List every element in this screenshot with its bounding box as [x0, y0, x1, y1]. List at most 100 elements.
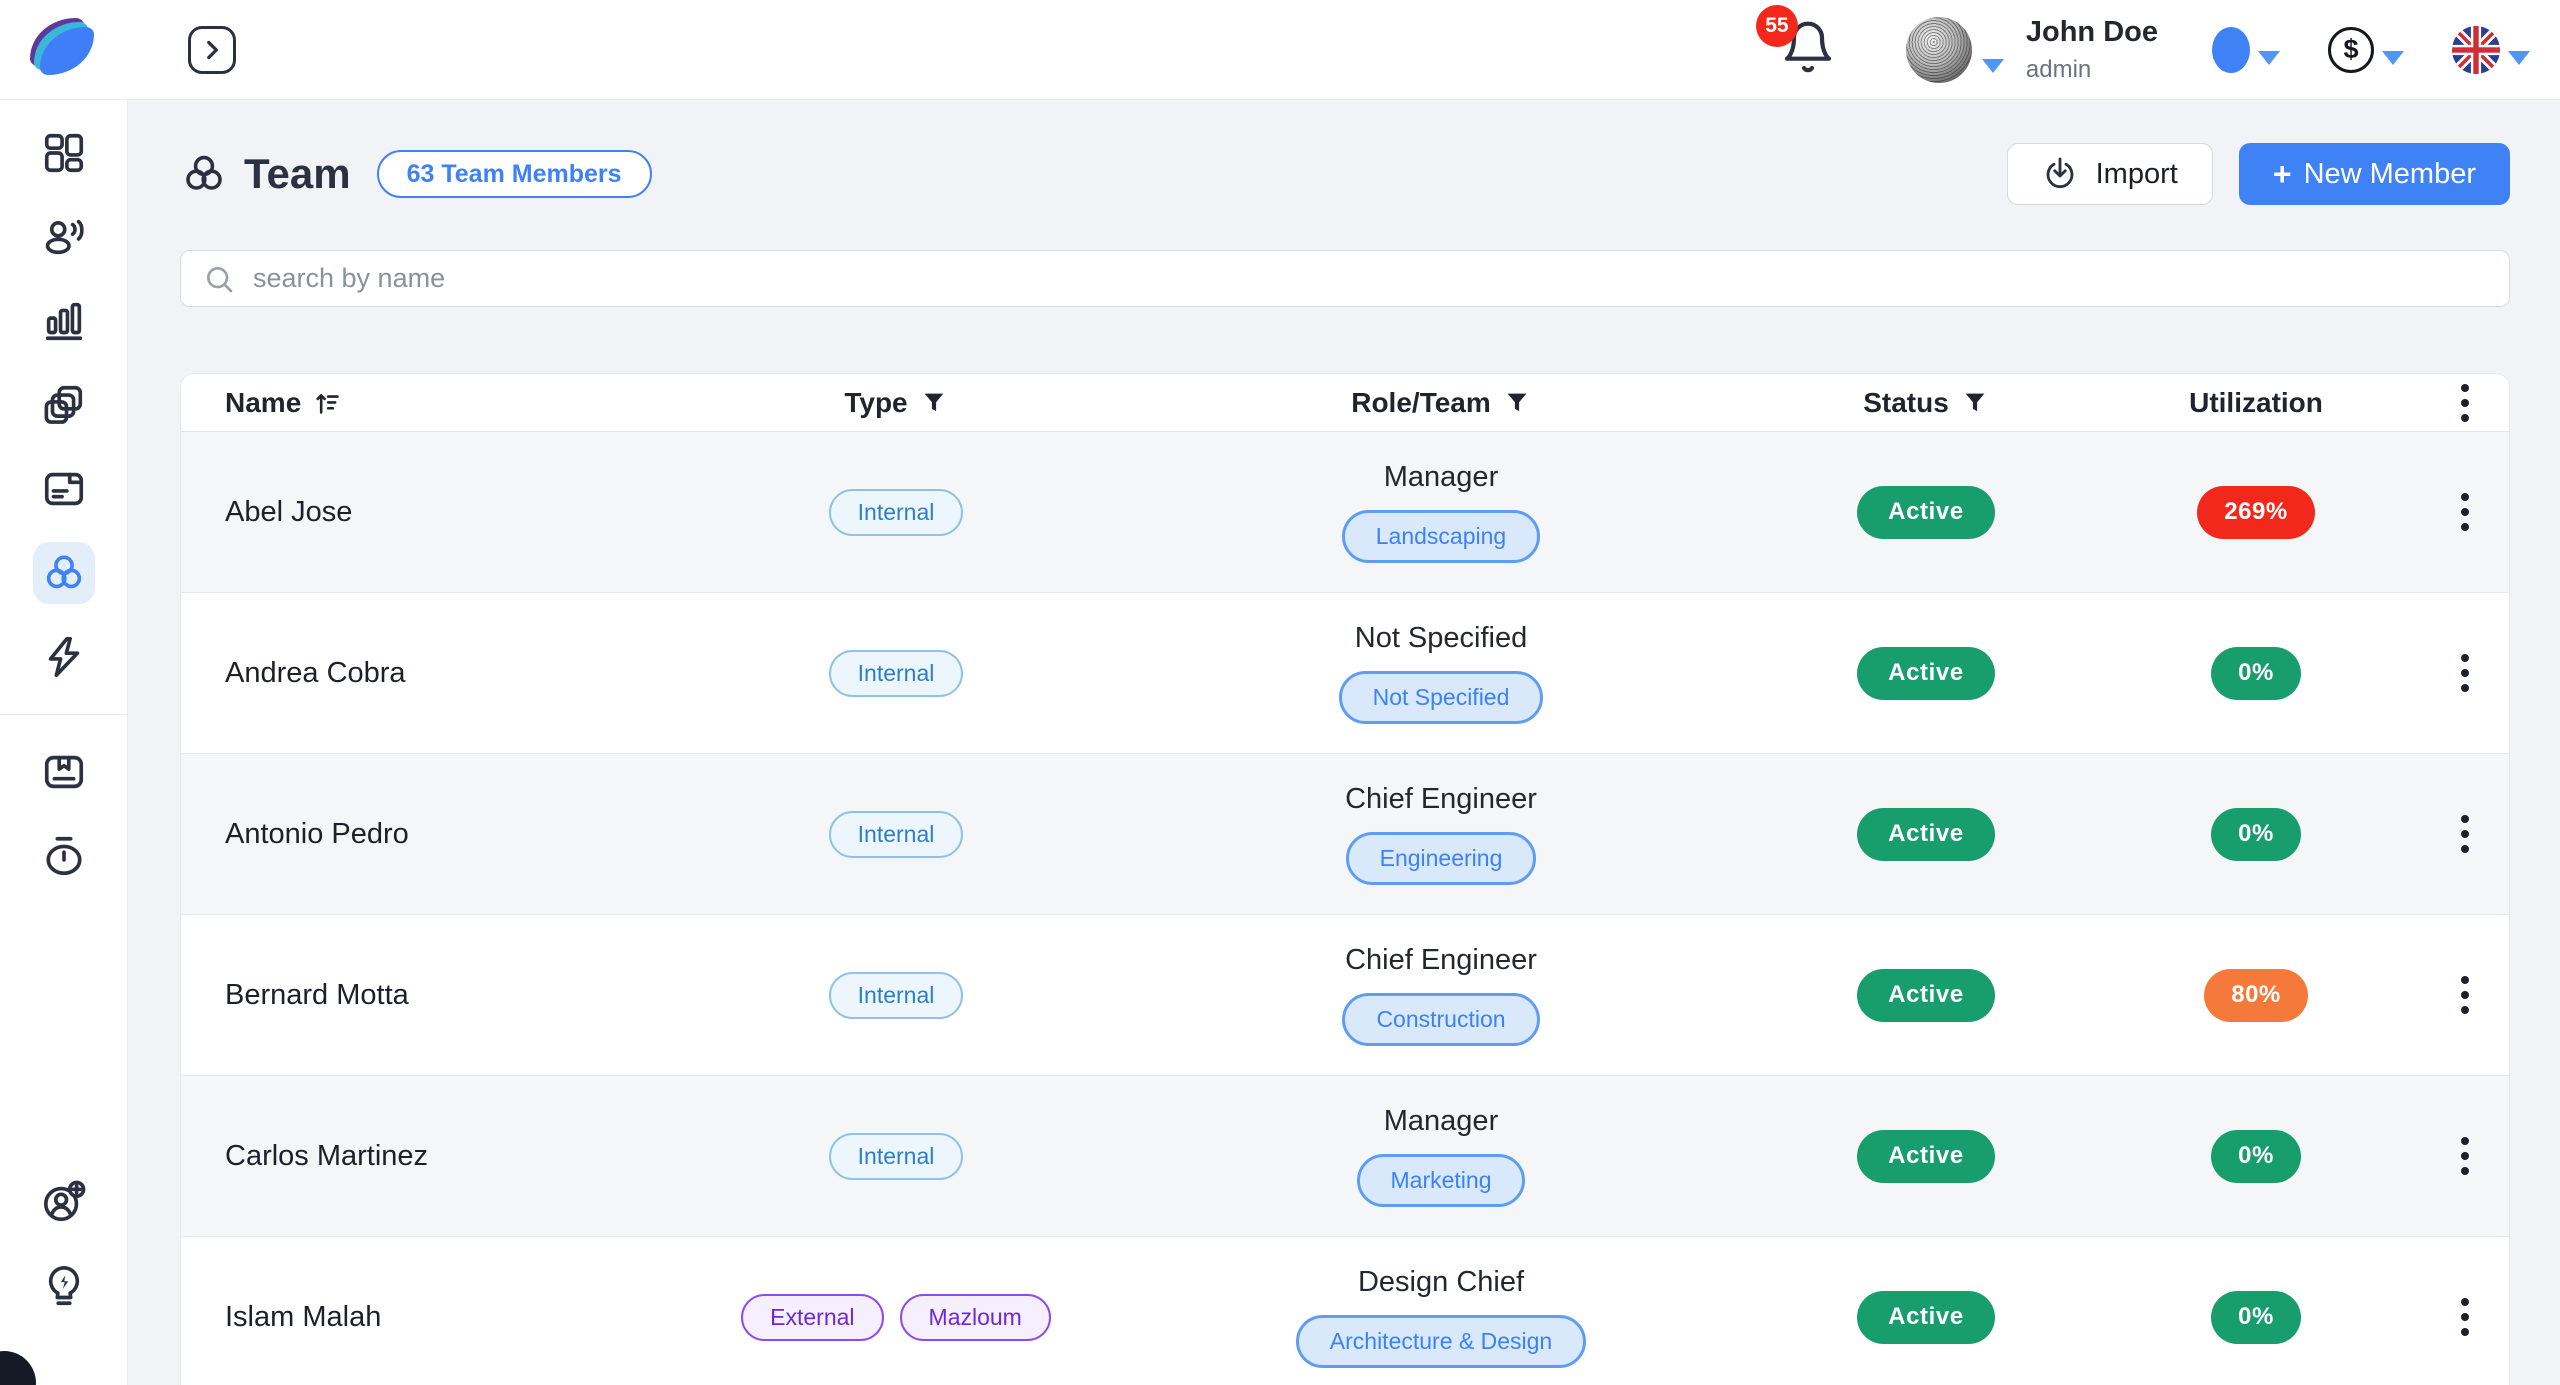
- column-header-name[interactable]: Name: [181, 387, 671, 419]
- plus-icon: +: [2273, 156, 2292, 193]
- utilization-badge: 0%: [2211, 1130, 2301, 1183]
- sidebar-item-invite-user[interactable]: [33, 1171, 95, 1233]
- sidebar-item-zap[interactable]: [33, 626, 95, 688]
- member-type-cell: Internal: [671, 972, 1121, 1019]
- status-badge: Active: [1857, 486, 1995, 539]
- table-row: Antonio PedroInternalChief EngineerEngin…: [181, 754, 2509, 915]
- currency-dollar-icon: $: [2328, 27, 2374, 73]
- layers-icon: [41, 382, 87, 428]
- utilization-cell: 0%: [2091, 1130, 2421, 1183]
- user-info: John Doe admin: [2026, 14, 2158, 84]
- team-badge: Not Specified: [1339, 671, 1544, 724]
- column-header-status[interactable]: Status: [1761, 387, 2091, 419]
- idea-bulb-icon: [41, 1263, 87, 1309]
- member-type-cell: Internal: [671, 489, 1121, 536]
- sidebar: [0, 100, 128, 1385]
- import-label: Import: [2096, 158, 2178, 191]
- page-title: Team: [244, 150, 351, 198]
- sidebar-expand-button[interactable]: [188, 26, 236, 74]
- import-button[interactable]: Import: [2007, 143, 2213, 205]
- team-table: NameTypeRole/TeamStatusUtilization Abel …: [180, 373, 2510, 1385]
- type-badge: External: [741, 1294, 883, 1341]
- column-header-type[interactable]: Type: [671, 387, 1121, 419]
- search-input[interactable]: [253, 263, 2487, 294]
- table-body: Abel JoseInternalManagerLandscapingActiv…: [181, 432, 2509, 1385]
- user-menu[interactable]: [1906, 17, 2004, 83]
- theme-color-menu[interactable]: [2212, 27, 2280, 73]
- table-row: Islam MalahExternalMazloumDesign ChiefAr…: [181, 1237, 2509, 1385]
- stopwatch-icon: [41, 833, 87, 879]
- search-bar: [180, 250, 2510, 307]
- table-row: Abel JoseInternalManagerLandscapingActiv…: [181, 432, 2509, 593]
- user-role: admin: [2026, 55, 2158, 85]
- team-icon: [180, 150, 228, 198]
- topbar: 55 John Doe admin $: [0, 0, 2560, 100]
- archive-icon: [41, 749, 87, 795]
- utilization-badge: 80%: [2204, 969, 2308, 1022]
- row-actions-button[interactable]: [2453, 1290, 2477, 1344]
- row-actions-button[interactable]: [2453, 968, 2477, 1022]
- sidebar-item-idea-bulb[interactable]: [33, 1255, 95, 1317]
- chevron-down-icon: [2258, 51, 2280, 65]
- chevron-down-icon: [2508, 51, 2530, 65]
- member-name: Antonio Pedro: [181, 818, 671, 851]
- theme-color-icon: [2212, 27, 2250, 73]
- role-team-cell: Chief EngineerEngineering: [1121, 783, 1761, 885]
- member-type-cell: ExternalMazloum: [671, 1294, 1121, 1341]
- sidebar-item-bar-chart[interactable]: [33, 290, 95, 352]
- status-cell: Active: [1761, 647, 2091, 700]
- zap-icon: [41, 634, 87, 680]
- column-header-role-team[interactable]: Role/Team: [1121, 387, 1761, 419]
- status-cell: Active: [1761, 486, 2091, 539]
- role-team-cell: Design ChiefArchitecture & Design: [1121, 1266, 1761, 1368]
- filter-icon: [920, 389, 948, 417]
- member-name: Andrea Cobra: [181, 657, 671, 690]
- app-logo-icon: [36, 23, 96, 77]
- utilization-cell: 80%: [2091, 969, 2421, 1022]
- row-actions-button[interactable]: [2453, 1129, 2477, 1183]
- notifications-button[interactable]: 55: [1780, 19, 1836, 80]
- sidebar-item-layers[interactable]: [33, 374, 95, 436]
- team-badge: Marketing: [1357, 1154, 1526, 1207]
- language-menu[interactable]: [2452, 26, 2530, 74]
- chevron-down-icon: [2382, 51, 2404, 65]
- sidebar-item-stopwatch[interactable]: [33, 825, 95, 887]
- row-actions-button[interactable]: [2453, 485, 2477, 539]
- row-actions-button[interactable]: [2453, 646, 2477, 700]
- status-badge: Active: [1857, 647, 1995, 700]
- team-badge: Landscaping: [1342, 510, 1540, 563]
- user-name: John Doe: [2026, 14, 2158, 50]
- header-actions: Import + New Member: [2007, 143, 2510, 205]
- table-options-button[interactable]: [2453, 376, 2477, 430]
- sidebar-item-users[interactable]: [33, 206, 95, 268]
- sidebar-item-notes[interactable]: [33, 458, 95, 520]
- sidebar-item-archive[interactable]: [33, 741, 95, 803]
- row-actions-button[interactable]: [2453, 807, 2477, 861]
- filter-icon: [1961, 389, 1989, 417]
- column-label: Role/Team: [1351, 387, 1491, 419]
- team-badge: Engineering: [1346, 832, 1537, 885]
- column-header-utilization[interactable]: Utilization: [2091, 387, 2421, 419]
- sidebar-item-team[interactable]: [33, 542, 95, 604]
- role-team-cell: Chief EngineerConstruction: [1121, 944, 1761, 1046]
- member-count-badge: 63 Team Members: [377, 150, 652, 198]
- new-member-button[interactable]: + New Member: [2239, 143, 2510, 205]
- notification-count-badge: 55: [1756, 5, 1798, 47]
- page-title-group: Team 63 Team Members: [180, 150, 652, 198]
- team-badge: Construction: [1342, 993, 1539, 1046]
- utilization-cell: 0%: [2091, 1291, 2421, 1344]
- utilization-cell: 0%: [2091, 808, 2421, 861]
- column-label: Type: [844, 387, 907, 419]
- member-name: Islam Malah: [181, 1301, 671, 1334]
- currency-menu[interactable]: $: [2328, 27, 2404, 73]
- team-badge: Architecture & Design: [1296, 1315, 1586, 1368]
- notes-icon: [41, 466, 87, 512]
- role-team-cell: ManagerLandscaping: [1121, 461, 1761, 563]
- type-badge: Internal: [829, 1133, 964, 1180]
- sidebar-item-dashboard[interactable]: [33, 122, 95, 184]
- table-row: Carlos MartinezInternalManagerMarketingA…: [181, 1076, 2509, 1237]
- type-badge: Internal: [829, 489, 964, 536]
- status-cell: Active: [1761, 1291, 2091, 1344]
- member-name: Carlos Martinez: [181, 1140, 671, 1173]
- member-type-cell: Internal: [671, 650, 1121, 697]
